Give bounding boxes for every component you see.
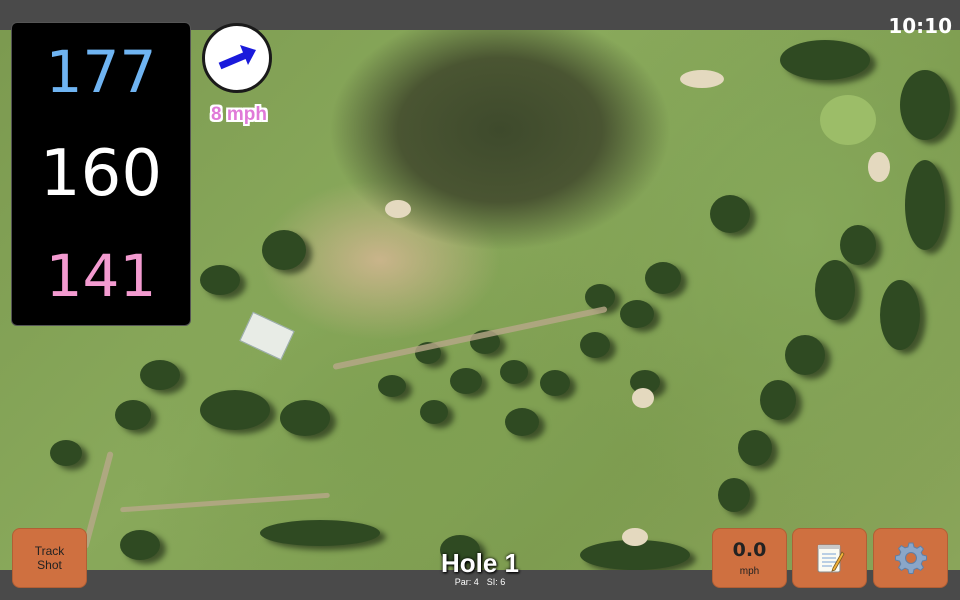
hole-stroke-index: SI: 6 [486, 577, 506, 587]
tree [140, 360, 180, 390]
track-shot-button[interactable]: Track Shot [12, 528, 87, 588]
tree [50, 440, 82, 466]
tree [738, 430, 772, 466]
speed-button[interactable]: 0.0 mph [712, 528, 787, 588]
yardage-panel: 177 160 141 [11, 22, 191, 326]
wind-speed: 8 mph [211, 104, 267, 125]
tree [200, 390, 270, 430]
bunker [632, 388, 654, 408]
middle-yardage: 160 [39, 136, 163, 211]
tree [260, 520, 380, 546]
tree [120, 530, 160, 560]
bunker [680, 70, 724, 88]
settings-button[interactable] [873, 528, 948, 588]
hole-par: Par: 4 [454, 577, 479, 587]
tree [718, 478, 750, 512]
front-yardage: 141 [45, 241, 157, 310]
tree [710, 195, 750, 233]
speed-unit: mph [739, 566, 760, 577]
tree [540, 370, 570, 396]
tree [900, 70, 950, 140]
bunker [385, 200, 411, 218]
tree [620, 300, 654, 328]
tree [815, 260, 855, 320]
hole-title: Hole 1 [440, 548, 520, 578]
tree [420, 400, 448, 424]
gear-icon [894, 542, 927, 574]
tree [880, 280, 920, 350]
tree [905, 160, 945, 250]
tree [262, 230, 306, 270]
back-yardage: 177 [45, 38, 157, 107]
tree [200, 265, 240, 295]
bunker [622, 528, 648, 546]
tree [785, 335, 825, 375]
wind-arrow-icon [218, 45, 256, 70]
tree [580, 332, 610, 358]
track-shot-label: Track Shot [34, 544, 65, 572]
tree [378, 375, 406, 397]
notes-button[interactable] [792, 528, 867, 588]
cart-path [120, 492, 330, 513]
tree [280, 400, 330, 436]
bunker [868, 152, 890, 182]
tree [505, 408, 539, 436]
green [820, 95, 876, 145]
maintenance-shed [239, 311, 295, 361]
tree [450, 368, 482, 394]
hole-info: Par: 4 SI: 6 [380, 577, 580, 587]
tree [760, 380, 796, 420]
status-time: 10:10 [888, 14, 952, 38]
tree [645, 262, 681, 294]
tree [780, 40, 870, 80]
cart-path [332, 305, 608, 371]
tree [500, 360, 528, 384]
tree [840, 225, 876, 265]
tree [115, 400, 151, 430]
speed-value: 0.0 [732, 539, 767, 561]
wind-direction-indicator [202, 23, 272, 93]
notepad-icon [817, 544, 844, 573]
